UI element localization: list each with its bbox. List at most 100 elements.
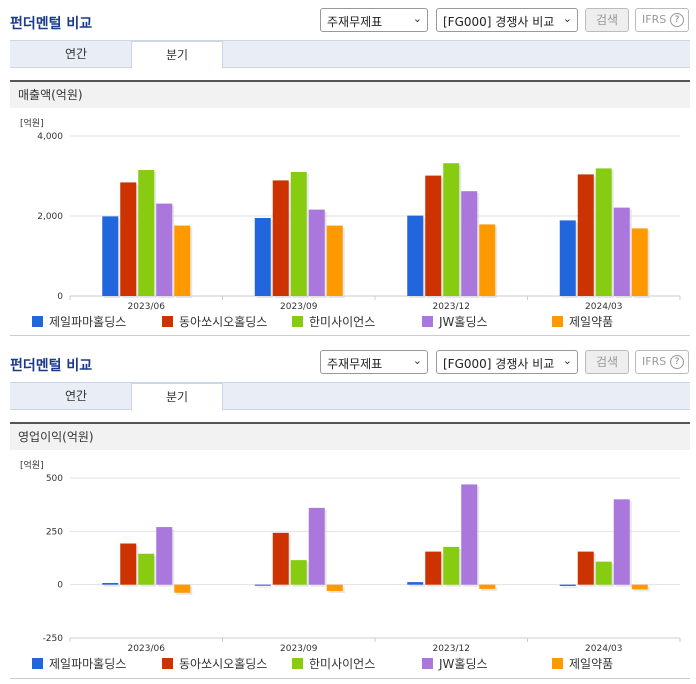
legend-item[interactable]: 제일약품 [552, 313, 613, 330]
bar [595, 168, 612, 296]
legend-label: 한미사이언스 [309, 315, 376, 329]
ifrs-label: IFRS [642, 13, 667, 26]
bar [120, 543, 137, 585]
legend-item[interactable]: JW홀딩스 [422, 313, 488, 330]
bar [290, 560, 307, 585]
bar [174, 584, 191, 593]
legend-item[interactable]: 제일파마홀딩스 [32, 655, 126, 672]
legend-label: 한미사이언스 [309, 657, 376, 671]
legend-label: 동아쏘시오홀딩스 [179, 315, 268, 329]
legend-item[interactable]: 한미사이언스 [292, 655, 375, 672]
tab-annual[interactable]: 연간 [30, 41, 122, 69]
legend-swatch [552, 316, 563, 327]
chart-legend: 제일파마홀딩스 동아쏘시오홀딩스 한미사이언스 JW홀딩스 제일약품 [32, 655, 672, 671]
x-tick-label: 2023/06 [128, 644, 166, 652]
panel-title: 펀더멘털 비교 [10, 16, 93, 32]
statement-select-value: 주재무제표 [327, 15, 383, 29]
bar [577, 174, 594, 296]
bar [272, 180, 289, 296]
legend-label: 제일약품 [569, 657, 614, 671]
legend-item[interactable]: 동아쏘시오홀딩스 [162, 655, 267, 672]
ifrs-button[interactable]: IFRS ? [635, 8, 689, 32]
bar [461, 484, 478, 585]
fundamental-panel-operating-profit: 펀더멘털 비교 주재무제표 ⌄ [FG000] 경쟁사 비교 ⌄ 검색 IFRS… [0, 342, 696, 684]
bar [290, 172, 307, 296]
bar [254, 218, 271, 296]
panel-divider [10, 335, 690, 336]
legend-swatch [162, 316, 173, 327]
bar [102, 216, 119, 296]
bar [577, 551, 594, 585]
y-tick-label: 500 [46, 474, 63, 484]
period-tabs: 연간 분기 [10, 40, 690, 69]
operating-profit-chart: [억원] -250 0 250 500 2023/06 2023/09 2023/12 2024… [20, 459, 681, 652]
section-label: 매출액(억원) [10, 80, 690, 108]
x-tick-label: 2023/12 [433, 302, 470, 310]
y-tick-label: 4,000 [37, 132, 63, 142]
statement-select[interactable]: 주재무제표 ⌄ [320, 8, 428, 32]
bar [631, 228, 648, 296]
bar [326, 225, 343, 296]
bar [613, 499, 630, 585]
bar [479, 584, 496, 589]
bar [443, 163, 460, 296]
peer-group-select[interactable]: [FG000] 경쟁사 비교 ⌄ [436, 8, 578, 32]
y-tick-label: -250 [43, 634, 64, 644]
statement-select[interactable]: 주재무제표 ⌄ [320, 350, 428, 374]
bar [138, 170, 155, 296]
legend-label: 제일약품 [569, 315, 614, 329]
peer-group-select[interactable]: [FG000] 경쟁사 비교 ⌄ [436, 350, 578, 374]
bar [407, 215, 424, 296]
ifrs-label: IFRS [642, 355, 667, 368]
y-tick-label: 0 [57, 581, 63, 591]
y-tick-label: 250 [46, 527, 63, 537]
bar [174, 225, 191, 296]
bar [254, 584, 271, 586]
panel-header: 펀더멘털 비교 주재무제표 ⌄ [FG000] 경쟁사 비교 ⌄ 검색 IFRS… [0, 342, 696, 382]
bar [120, 182, 137, 296]
legend-swatch [292, 316, 303, 327]
bar [595, 561, 612, 585]
peer-group-select-value: [FG000] 경쟁사 비교 [443, 357, 555, 371]
legend-label: JW홀딩스 [439, 657, 488, 671]
legend-swatch [292, 658, 303, 669]
panel-divider [10, 678, 690, 679]
legend-item[interactable]: 한미사이언스 [292, 313, 375, 330]
tab-quarterly[interactable]: 분기 [131, 41, 223, 69]
ifrs-button[interactable]: IFRS ? [635, 350, 689, 374]
legend-label: 동아쏘시오홀딩스 [179, 657, 268, 671]
legend-item[interactable]: 동아쏘시오홀딩스 [162, 313, 267, 330]
tab-quarterly[interactable]: 분기 [131, 383, 223, 411]
bar [138, 553, 155, 585]
legend-label: JW홀딩스 [439, 315, 488, 329]
bar-shadow [104, 584, 121, 587]
bar [631, 584, 648, 590]
chevron-down-icon: ⌄ [412, 12, 422, 25]
search-button[interactable]: 검색 [585, 8, 629, 32]
legend-swatch [422, 658, 433, 669]
search-button[interactable]: 검색 [585, 350, 629, 374]
bar [272, 532, 289, 585]
legend-swatch [422, 316, 433, 327]
section-label: 영업이익(억원) [10, 422, 690, 450]
bar [443, 546, 460, 585]
legend-label: 제일파마홀딩스 [49, 657, 127, 671]
tab-annual[interactable]: 연간 [30, 383, 122, 411]
bar [559, 220, 576, 296]
bar [156, 203, 173, 296]
y-tick-label: 2,000 [37, 212, 63, 222]
bar [326, 584, 343, 592]
legend-swatch [162, 658, 173, 669]
legend-swatch [32, 316, 43, 327]
unit-label: [억원] [20, 459, 44, 471]
panel-header: 펀더멘털 비교 주재무제표 ⌄ [FG000] 경쟁사 비교 ⌄ 검색 IFRS… [0, 0, 696, 40]
period-tabs: 연간 분기 [10, 382, 690, 411]
legend-item[interactable]: JW홀딩스 [422, 655, 488, 672]
bar [559, 584, 576, 586]
unit-label: [억원] [20, 117, 44, 129]
bar-shadow [561, 586, 578, 588]
bar [308, 507, 325, 585]
revenue-chart: [억원] 0 2,000 4,000 2023/06 2023/09 2023/12 2024… [20, 117, 681, 310]
legend-item[interactable]: 제일파마홀딩스 [32, 313, 126, 330]
legend-item[interactable]: 제일약품 [552, 655, 613, 672]
